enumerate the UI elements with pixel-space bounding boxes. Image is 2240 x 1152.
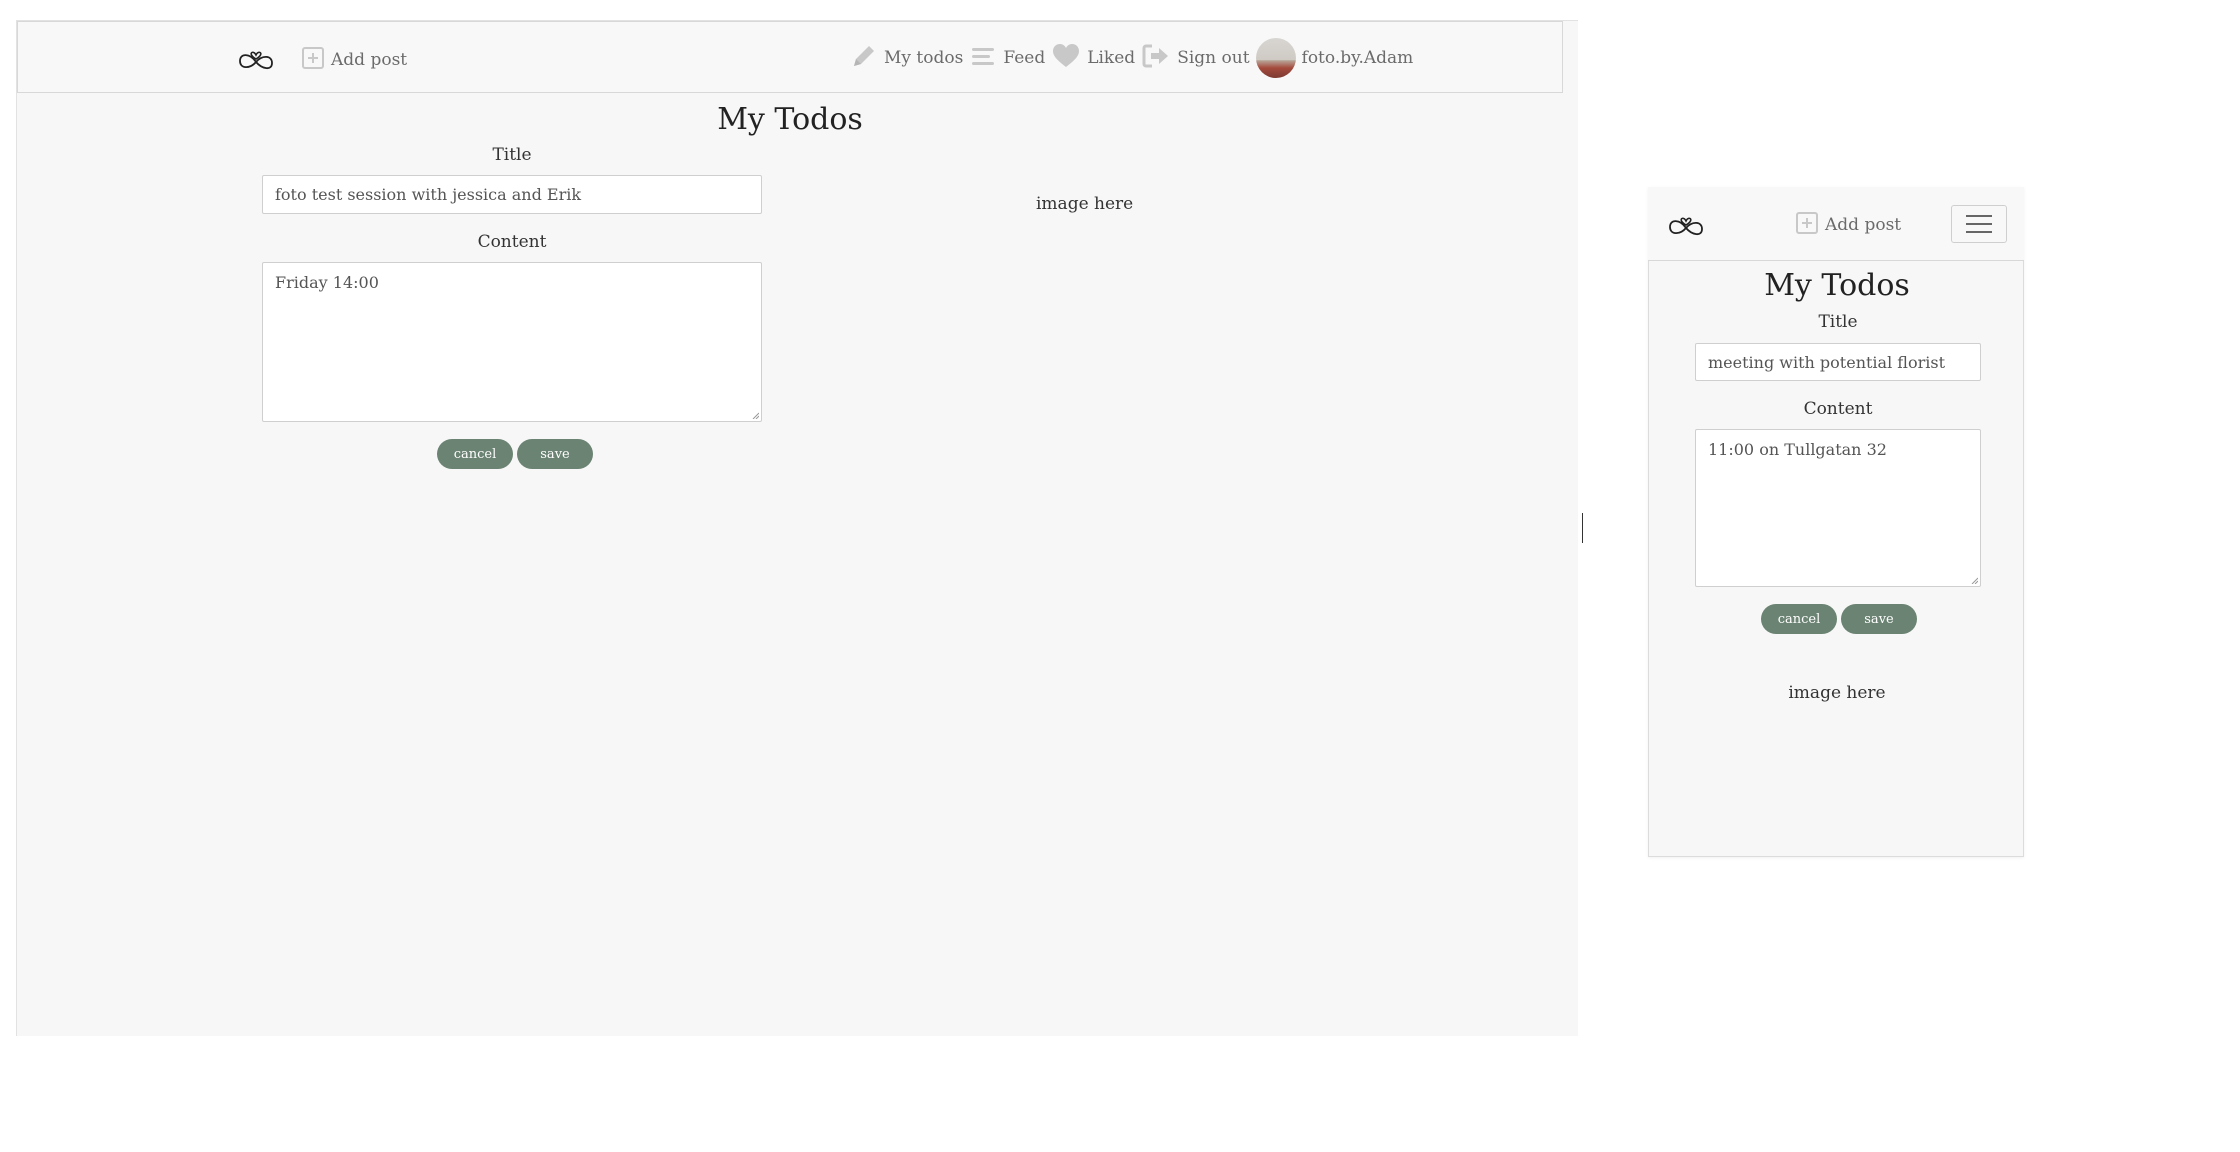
content-label: Content — [477, 232, 547, 252]
content-textarea[interactable]: Friday 14:00 — [262, 262, 762, 422]
plus-square-icon — [1795, 211, 1819, 239]
avatar — [1255, 38, 1296, 78]
content-text: Friday 14:00 — [275, 273, 379, 292]
content-label: Content — [1803, 399, 1873, 419]
resize-grip-icon[interactable] — [1970, 576, 1978, 584]
feed-link[interactable]: Feed — [969, 42, 1045, 74]
infinity-heart-logo-icon[interactable] — [1666, 208, 1706, 242]
add-post-link[interactable]: Add post — [1795, 211, 1901, 239]
plus-square-icon — [301, 46, 325, 74]
liked-label: Liked — [1087, 48, 1136, 68]
title-label: Title — [1818, 312, 1858, 332]
title-input[interactable]: meeting with potential florist — [1695, 343, 1981, 381]
cancel-button[interactable]: cancel — [1761, 604, 1837, 634]
mobile-view: Add post My Todos Title meeting with pot… — [1648, 187, 2024, 857]
desktop-nav-right: My todos Feed Liked Sign out foto.by.Ada… — [850, 38, 1413, 78]
menu-lines-icon — [969, 42, 997, 74]
sign-out-link[interactable]: Sign out — [1141, 42, 1250, 74]
infinity-heart-logo-icon[interactable] — [236, 42, 276, 76]
username-label: foto.by.Adam — [1301, 48, 1414, 68]
add-post-label: Add post — [331, 50, 408, 70]
save-button[interactable]: save — [1841, 604, 1917, 634]
save-button[interactable]: save — [517, 439, 593, 469]
feed-label: Feed — [1003, 48, 1046, 68]
mobile-navbar: Add post — [1648, 187, 2024, 261]
content-textarea[interactable]: 11:00 on Tullgatan 32 — [1695, 429, 1981, 587]
my-todos-label: My todos — [884, 48, 964, 68]
my-todos-link[interactable]: My todos — [850, 42, 963, 74]
text-cursor — [1582, 513, 1583, 543]
heart-icon — [1051, 42, 1081, 74]
page-title: My Todos — [1764, 268, 1910, 303]
content-text: 11:00 on Tullgatan 32 — [1708, 440, 1887, 459]
title-input[interactable]: foto test session with jessica and Erik — [262, 175, 762, 214]
desktop-navbar: Add post My todos Feed Liked Sign out fo… — [17, 21, 1563, 93]
desktop-view: Add post My todos Feed Liked Sign out fo… — [16, 20, 1578, 1036]
image-placeholder: image here — [1036, 194, 1134, 214]
pencil-icon — [850, 42, 878, 74]
hamburger-icon[interactable] — [1951, 205, 2007, 243]
sign-out-label: Sign out — [1177, 48, 1250, 68]
resize-grip-icon[interactable] — [751, 411, 759, 419]
title-label: Title — [492, 145, 532, 165]
add-post-link[interactable]: Add post — [301, 46, 407, 74]
sign-out-icon — [1141, 42, 1171, 74]
liked-link[interactable]: Liked — [1051, 42, 1135, 74]
cancel-button[interactable]: cancel — [437, 439, 513, 469]
profile-link[interactable]: foto.by.Adam — [1255, 38, 1414, 78]
page-title: My Todos — [717, 102, 863, 137]
add-post-label: Add post — [1825, 215, 1902, 235]
image-placeholder: image here — [1788, 683, 1886, 703]
